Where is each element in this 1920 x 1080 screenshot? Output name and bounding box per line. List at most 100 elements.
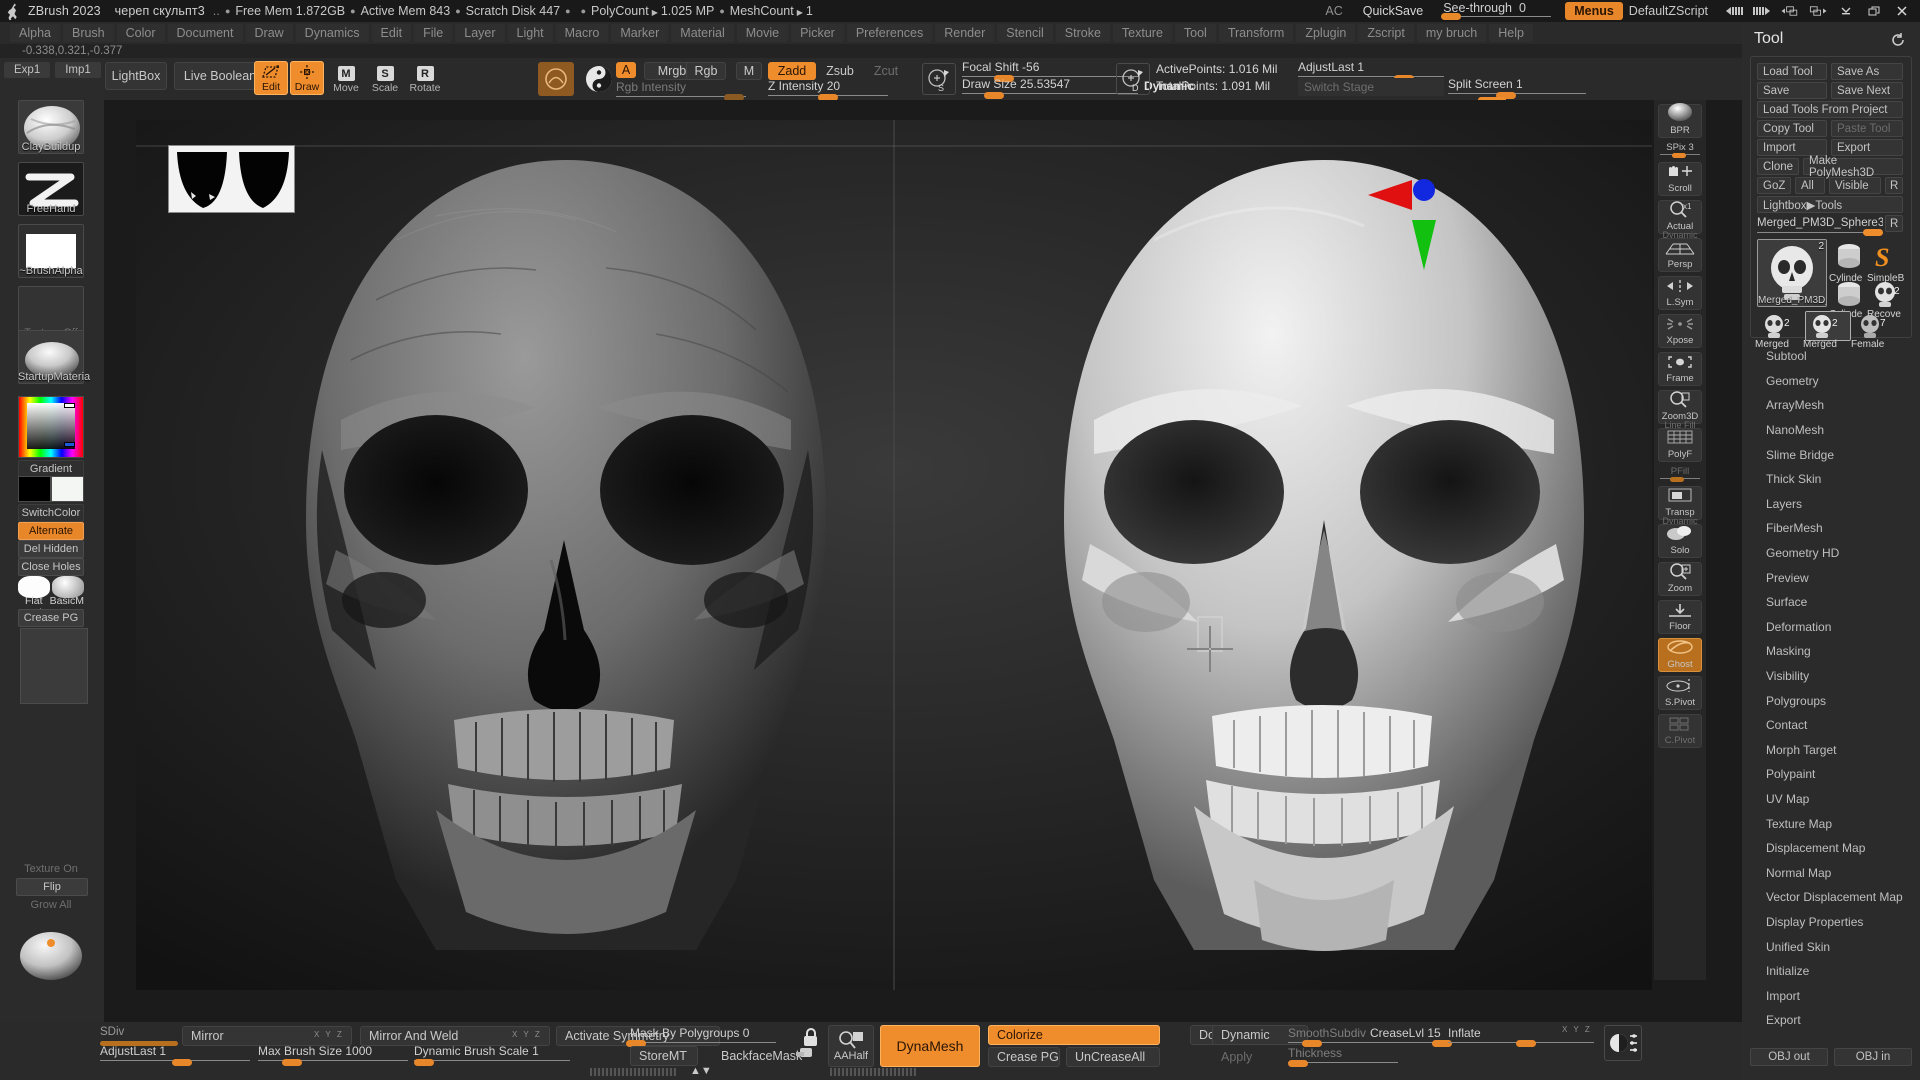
current-stroke-swatch[interactable]: FreeHand (18, 162, 84, 216)
adjustlast-slider-top[interactable]: AdjustLast 1 (1298, 60, 1444, 82)
export-button[interactable]: Exp1 (4, 62, 51, 78)
clear-pivot-button[interactable]: C.Pivot (1658, 714, 1702, 748)
tool-section-geometry-hd[interactable]: Geometry HD (1742, 541, 1920, 566)
switchcolor-button[interactable]: SwitchColor (18, 504, 84, 522)
tool-thumb-female[interactable]: 7 (1853, 311, 1899, 341)
zadd-button[interactable]: Zadd (768, 62, 816, 80)
scroll-grip-right[interactable] (830, 1068, 916, 1076)
tool-section-displacement-map[interactable]: Displacement Map (1742, 836, 1920, 861)
menu-item-stencil[interactable]: Stencil (997, 24, 1053, 42)
zscript-label[interactable]: DefaultZScript (1629, 4, 1708, 18)
scroll-right-icon[interactable] (1751, 2, 1773, 20)
tool-section-normal-map[interactable]: Normal Map (1742, 860, 1920, 885)
transparency-button[interactable]: Transp (1658, 486, 1702, 520)
color-wheel-button[interactable] (582, 62, 616, 96)
tool-section-surface[interactable]: Surface (1742, 590, 1920, 615)
live-boolean-button[interactable]: Live Boolean (174, 62, 266, 90)
z-intensity-slider[interactable]: Z Intensity 20 (768, 79, 888, 101)
zcut-button[interactable]: Zcut (866, 62, 906, 80)
scale-mode-button[interactable]: S Scale (368, 61, 402, 95)
frame-button[interactable]: Frame (1658, 352, 1702, 386)
dynamesh-button[interactable]: DynaMesh (880, 1025, 980, 1067)
lightbox-tools-button[interactable]: Lightbox▶Tools (1757, 196, 1903, 213)
navigation-sphere[interactable] (18, 920, 84, 986)
storemt-button[interactable]: StoreMT (630, 1046, 698, 1066)
menu-item-file[interactable]: File (414, 24, 453, 42)
scroll-arrows[interactable]: ▲▼ (690, 1065, 712, 1077)
flip-button[interactable]: Flip (16, 878, 88, 896)
transpose-button[interactable]: Xpose (1658, 314, 1702, 348)
save-next-button[interactable]: Save Next (1831, 82, 1903, 99)
prev-subtool-icon[interactable] (1779, 2, 1801, 20)
tool-section-initialize[interactable]: Initialize (1742, 959, 1920, 984)
obj-in-button[interactable]: OBJ in (1834, 1048, 1912, 1066)
alpha-preview-box[interactable] (20, 628, 88, 704)
copy-tool-button[interactable]: Copy Tool (1757, 120, 1827, 137)
tool-section-deformation[interactable]: Deformation (1742, 615, 1920, 640)
tool-section-visibility[interactable]: Visibility (1742, 664, 1920, 689)
menu-item-light[interactable]: Light (507, 24, 553, 42)
uncreaseall-button[interactable]: UnCreaseAll (1066, 1047, 1160, 1067)
local-symmetry-button[interactable]: L.Sym (1658, 276, 1702, 310)
tool-section-contact[interactable]: Contact (1742, 713, 1920, 738)
zoom-button[interactable]: Zoom (1658, 562, 1702, 596)
colorize-button[interactable]: Colorize (988, 1025, 1160, 1045)
rgb-intensity-slider[interactable]: Rgb Intensity (616, 80, 746, 101)
close-holes-button[interactable]: Close Holes (18, 558, 84, 576)
menu-item-stroke[interactable]: Stroke (1055, 24, 1110, 42)
draw-size-slider[interactable]: Draw Size 25.53547 (962, 77, 1138, 99)
tool-thumb-simplebrush[interactable]: S (1869, 239, 1903, 273)
dynamic-brush-scale-slider[interactable]: Dynamic Brush Scale 1 (414, 1044, 570, 1066)
mask-by-polygroups-slider[interactable]: Mask By Polygroups 0 (626, 1026, 776, 1047)
switch-stage-button[interactable]: Switch Stage (1298, 78, 1444, 96)
see-through-knob[interactable] (1441, 13, 1462, 20)
menu-item-dynamics[interactable]: Dynamics (295, 24, 369, 42)
tool-section-uv-map[interactable]: UV Map (1742, 787, 1920, 812)
reload-icon[interactable] (1890, 32, 1906, 51)
crease-pg-button[interactable]: Crease PG (988, 1047, 1060, 1067)
menu-item-document[interactable]: Document (167, 24, 243, 42)
3d-viewport[interactable] (136, 120, 1652, 990)
menu-item-transform[interactable]: Transform (1218, 24, 1294, 42)
visible-button[interactable]: Visible (1829, 177, 1881, 194)
tool-thumb-cylinder-1[interactable] (1831, 239, 1865, 273)
tool-thumb-cylinder-2[interactable] (1831, 277, 1865, 311)
tool-section-polygroups[interactable]: Polygroups (1742, 688, 1920, 713)
make-polymesh3d-button[interactable]: Make PolyMesh3D (1803, 155, 1903, 179)
tool-section-unified-skin[interactable]: Unified Skin (1742, 934, 1920, 959)
color-swatch-pair[interactable] (18, 476, 84, 502)
close-button[interactable] (1889, 1, 1915, 21)
menu-item-color[interactable]: Color (116, 24, 165, 42)
goz-button[interactable]: GoZ (1757, 177, 1791, 194)
tool-section-subtool[interactable]: Subtool (1742, 344, 1920, 369)
export-button-tool[interactable]: Export (1831, 139, 1903, 156)
tool-section-preview[interactable]: Preview (1742, 565, 1920, 590)
aahalf-button[interactable]: AAHalf (828, 1025, 874, 1067)
canvas-area[interactable] (104, 100, 1744, 1022)
tool-section-slime-bridge[interactable]: Slime Bridge (1742, 442, 1920, 467)
alternate-button[interactable]: Alternate (18, 522, 84, 540)
lock-icon[interactable] (790, 1025, 824, 1065)
stroke-d-icon[interactable]: D (1116, 63, 1150, 95)
menu-item-movie[interactable]: Movie (736, 24, 789, 42)
perspective-button[interactable]: Persp (1658, 238, 1702, 272)
menu-item-draw[interactable]: Draw (245, 24, 293, 42)
scroll-button[interactable]: Scroll (1658, 162, 1702, 196)
current-alpha-swatch[interactable]: ~BrushAlpha (18, 224, 84, 278)
contrast-settings-icon[interactable] (1604, 1025, 1642, 1061)
floor-grid-button[interactable]: Floor (1658, 600, 1702, 634)
tool-thumb-merged-a[interactable]: 2 (1757, 311, 1803, 341)
ac-label[interactable]: AC (1325, 4, 1342, 18)
menu-item-alpha[interactable]: Alpha (10, 24, 60, 42)
see-through-slider[interactable]: See-through 0 (1441, 1, 1552, 21)
tool-thumb-merged-b[interactable]: 2 (1805, 311, 1851, 341)
paste-tool-button[interactable]: Paste Tool (1831, 120, 1903, 137)
tool-section-vector-displacement-map[interactable]: Vector Displacement Map (1742, 885, 1920, 910)
ghost-button[interactable]: Ghost (1658, 638, 1702, 672)
clone-button[interactable]: Clone (1757, 158, 1799, 175)
move-mode-button[interactable]: M Move (329, 61, 363, 95)
tool-section-morph-target[interactable]: Morph Target (1742, 738, 1920, 763)
spix-slider[interactable]: SPix 3 (1660, 142, 1700, 158)
draw-mode-button[interactable]: Draw (290, 61, 324, 95)
menus-button[interactable]: Menus (1565, 2, 1623, 20)
